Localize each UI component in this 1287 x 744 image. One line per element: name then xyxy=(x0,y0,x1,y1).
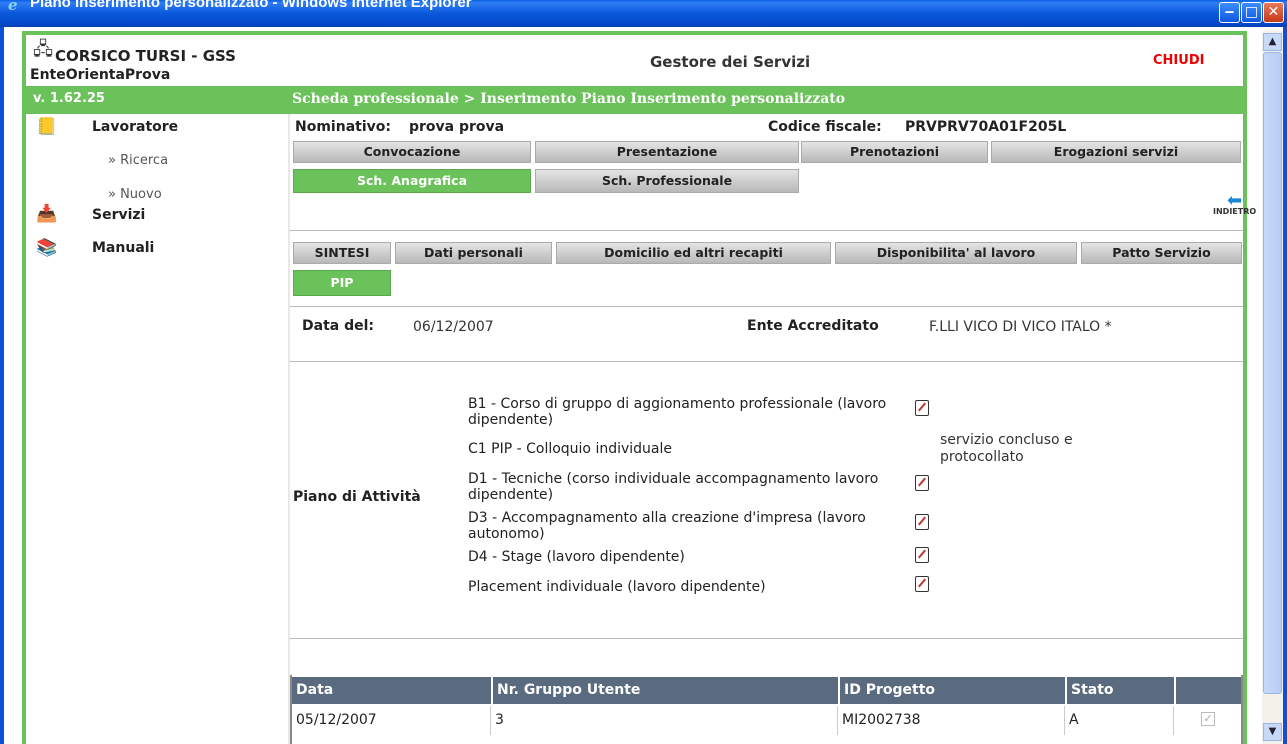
edit-icon[interactable] xyxy=(915,400,929,416)
worker-book-icon: 📒 xyxy=(36,117,58,137)
scroll-up-icon[interactable]: ▲ xyxy=(1263,33,1282,51)
chiudi-link[interactable]: CHIUDI xyxy=(1153,53,1204,68)
tab-sch-anagrafica[interactable]: Sch. Anagrafica xyxy=(293,169,531,193)
vertical-scrollbar[interactable]: ▲ ▼ xyxy=(1262,31,1283,744)
edit-icon[interactable] xyxy=(915,475,929,491)
th-select xyxy=(1174,677,1241,704)
activity-d1: D1 - Tecniche (corso individuale accompa… xyxy=(468,471,879,503)
activity-c1: C1 PIP - Colloquio individuale xyxy=(468,441,673,457)
close-window-button[interactable]: ✕ xyxy=(1263,2,1284,23)
nominativo-label: Nominativo: xyxy=(295,119,391,135)
table-cell-data: 05/12/2007 xyxy=(292,706,491,735)
tab-prenotazioni[interactable]: Prenotazioni xyxy=(801,141,988,163)
sidebar-item-servizi[interactable]: Servizi xyxy=(92,207,145,223)
window-titlebar: e Piano Inserimento personalizzato - Win… xyxy=(0,0,1287,27)
manuals-books-icon: 📚 xyxy=(36,238,58,258)
services-inbox-icon: 📥 xyxy=(36,204,58,224)
tab-dati-personali[interactable]: Dati personali xyxy=(395,242,552,264)
tab-patto-servizio[interactable]: Patto Servizio xyxy=(1081,242,1242,264)
ente-accreditato-label: Ente Accreditato xyxy=(747,318,879,334)
sidebar-item-ricerca[interactable]: » Ricerca xyxy=(108,153,168,168)
activity-d3: D3 - Accompagnamento alla creazione d'im… xyxy=(468,510,866,542)
window-title: Piano Inserimento personalizzato - Windo… xyxy=(30,0,472,11)
ente-accreditato-value: F.LLI VICO DI VICO ITALO * xyxy=(929,319,1112,335)
minimize-button[interactable]: ‒ xyxy=(1219,2,1240,23)
th-id-progetto: ID Progetto xyxy=(838,677,1065,704)
back-button[interactable]: ⬅ INDIETRO xyxy=(1213,190,1257,217)
breadcrumb: Scheda professionale > Inserimento Piano… xyxy=(292,91,846,107)
version-label: v. 1.62.25 xyxy=(33,91,105,106)
ie-logo-icon: e xyxy=(8,0,18,14)
activity-d4: D4 - Stage (lavoro dipendente) xyxy=(468,549,685,565)
activity-placement: Placement individuale (lavoro dipendente… xyxy=(468,579,766,595)
table-cell-stato: A xyxy=(1065,706,1174,735)
org-name: CORSICO TURSI - GSS xyxy=(55,47,236,65)
row-checkbox[interactable]: ✓ xyxy=(1201,712,1215,726)
sidebar-divider xyxy=(288,114,290,744)
tab-erogazioni-servizi[interactable]: Erogazioni servizi xyxy=(991,141,1241,163)
edit-icon[interactable] xyxy=(915,547,929,563)
nominativo-value: prova prova xyxy=(409,119,505,135)
back-label: INDIETRO xyxy=(1213,207,1257,216)
tab-sch-professionale[interactable]: Sch. Professionale xyxy=(535,169,799,193)
tab-convocazione[interactable]: Convocazione xyxy=(293,141,531,163)
th-nr-gruppo: Nr. Gruppo Utente xyxy=(491,677,838,704)
th-data: Data xyxy=(292,677,491,704)
edit-icon[interactable] xyxy=(915,514,929,530)
sidebar-item-nuovo[interactable]: » Nuovo xyxy=(108,187,162,202)
table-cell-id-progetto: MI2002738 xyxy=(838,706,1065,735)
sidebar-item-manuali[interactable]: Manuali xyxy=(92,240,154,256)
org-logo-icon: 🖧 xyxy=(33,39,54,60)
activity-b1: B1 - Corso di gruppo di aggionamento pro… xyxy=(468,396,887,428)
th-stato: Stato xyxy=(1065,677,1174,704)
tab-sintesi[interactable]: SINTESI xyxy=(293,242,391,264)
edit-icon[interactable] xyxy=(915,576,929,592)
piano-attivita-label: Piano di Attività xyxy=(293,489,421,505)
activity-status-note: servizio concluso e protocollato xyxy=(940,432,1073,465)
tab-disponibilita[interactable]: Disponibilita' al lavoro xyxy=(835,242,1077,264)
ente-name: EnteOrientaProva xyxy=(30,67,171,83)
data-del-label: Data del: xyxy=(302,318,374,334)
cf-label: Codice fiscale: xyxy=(768,119,882,135)
divider xyxy=(290,638,1243,639)
divider xyxy=(290,230,1243,231)
tab-presentazione[interactable]: Presentazione xyxy=(535,141,799,163)
table-cell-gruppo: 3 xyxy=(491,706,838,735)
app-title: Gestore dei Servizi xyxy=(650,53,811,71)
divider xyxy=(290,361,1243,362)
tab-pip[interactable]: PIP xyxy=(293,270,391,296)
window-frame-right xyxy=(1283,27,1287,744)
sidebar-item-lavoratore[interactable]: Lavoratore xyxy=(92,119,178,135)
back-arrow-icon: ⬅ xyxy=(1227,190,1243,211)
scroll-down-icon[interactable]: ▼ xyxy=(1263,723,1282,741)
scroll-thumb[interactable] xyxy=(1263,52,1282,694)
tab-domicilio[interactable]: Domicilio ed altri recapiti xyxy=(556,242,831,264)
cf-value: PRVPRV70A01F205L xyxy=(905,119,1067,135)
divider xyxy=(290,306,1243,307)
data-del-value: 06/12/2007 xyxy=(413,319,494,335)
maximize-button[interactable]: □ xyxy=(1241,2,1262,23)
